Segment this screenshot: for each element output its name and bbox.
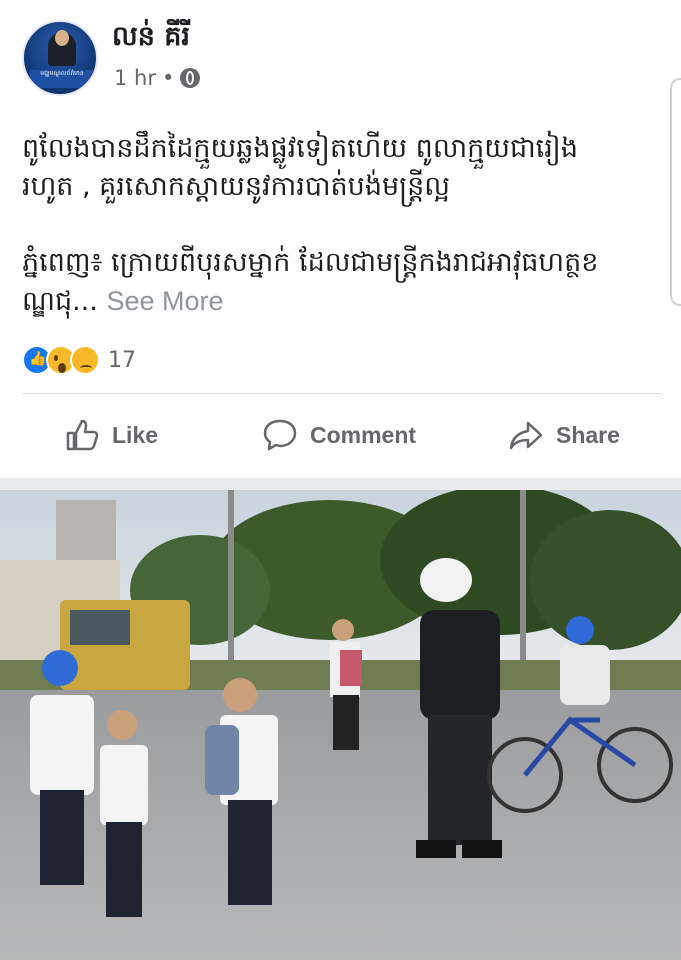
post-text-line: ណ្ឌជុ... See More [22, 282, 662, 321]
share-label: Share [556, 421, 620, 448]
post-text-line: ភ្នំពេញ៖ ក្រោយពីបុរសម្នាក់ ដែលជាមន្ត្រីក… [22, 247, 599, 278]
avatar-caption: មជ្ឈមណ្ឌលព័ត៌មាន [30, 70, 94, 88]
post-text: ពូលែងបានដឹកដៃក្មួយឆ្លងផ្លូវទៀតហើយ ពូលាក្… [22, 130, 662, 321]
author-avatar[interactable]: មជ្ឈមណ្ឌលព័ត៌មាន [22, 20, 98, 96]
like-label: Like [112, 421, 159, 448]
share-button[interactable]: Share [508, 410, 620, 460]
reactions-summary[interactable]: 17 [22, 345, 136, 375]
photo-pole [228, 490, 234, 670]
author-name[interactable]: លន់ គីរី [112, 20, 190, 59]
divider [22, 393, 662, 394]
post-card: មជ្ឈមណ្ឌលព័ត៌មាន លន់ គីរី 1 hr • ពូលែងបា… [0, 0, 681, 478]
like-button[interactable]: Like [64, 410, 158, 460]
post-meta: 1 hr • [114, 66, 201, 90]
photo-truck-window [70, 610, 130, 645]
feed-separator [0, 478, 681, 490]
see-more-link[interactable]: See More [106, 286, 223, 316]
globe-icon[interactable] [180, 68, 201, 88]
reaction-count: 17 [108, 347, 136, 373]
speech-bubble-icon [263, 419, 297, 451]
photo-pole [520, 490, 526, 680]
post-text-line: រហូត , គួរសោកស្ដាយនូវការបាត់បង់មន្ត្រីល្… [22, 171, 450, 202]
avatar-face [55, 30, 69, 46]
action-bar: Like Comment Share [0, 410, 681, 460]
post-timestamp[interactable]: 1 hr [114, 66, 156, 90]
scrollbar-edge [670, 78, 681, 306]
post-photo[interactable] [0, 490, 681, 960]
post-text-line: ពូលែងបានដឹកដៃក្មួយឆ្លងផ្លូវទៀតហើយ ពូលាក្… [22, 133, 578, 164]
share-arrow-icon [509, 421, 543, 450]
meta-separator: • [161, 66, 175, 90]
sad-reaction-icon [70, 345, 100, 375]
comment-label: Comment [310, 421, 417, 448]
post-text-truncated: ណ្ឌជុ... [22, 286, 98, 317]
thumbs-up-icon [66, 419, 99, 451]
comment-button[interactable]: Comment [262, 410, 416, 460]
